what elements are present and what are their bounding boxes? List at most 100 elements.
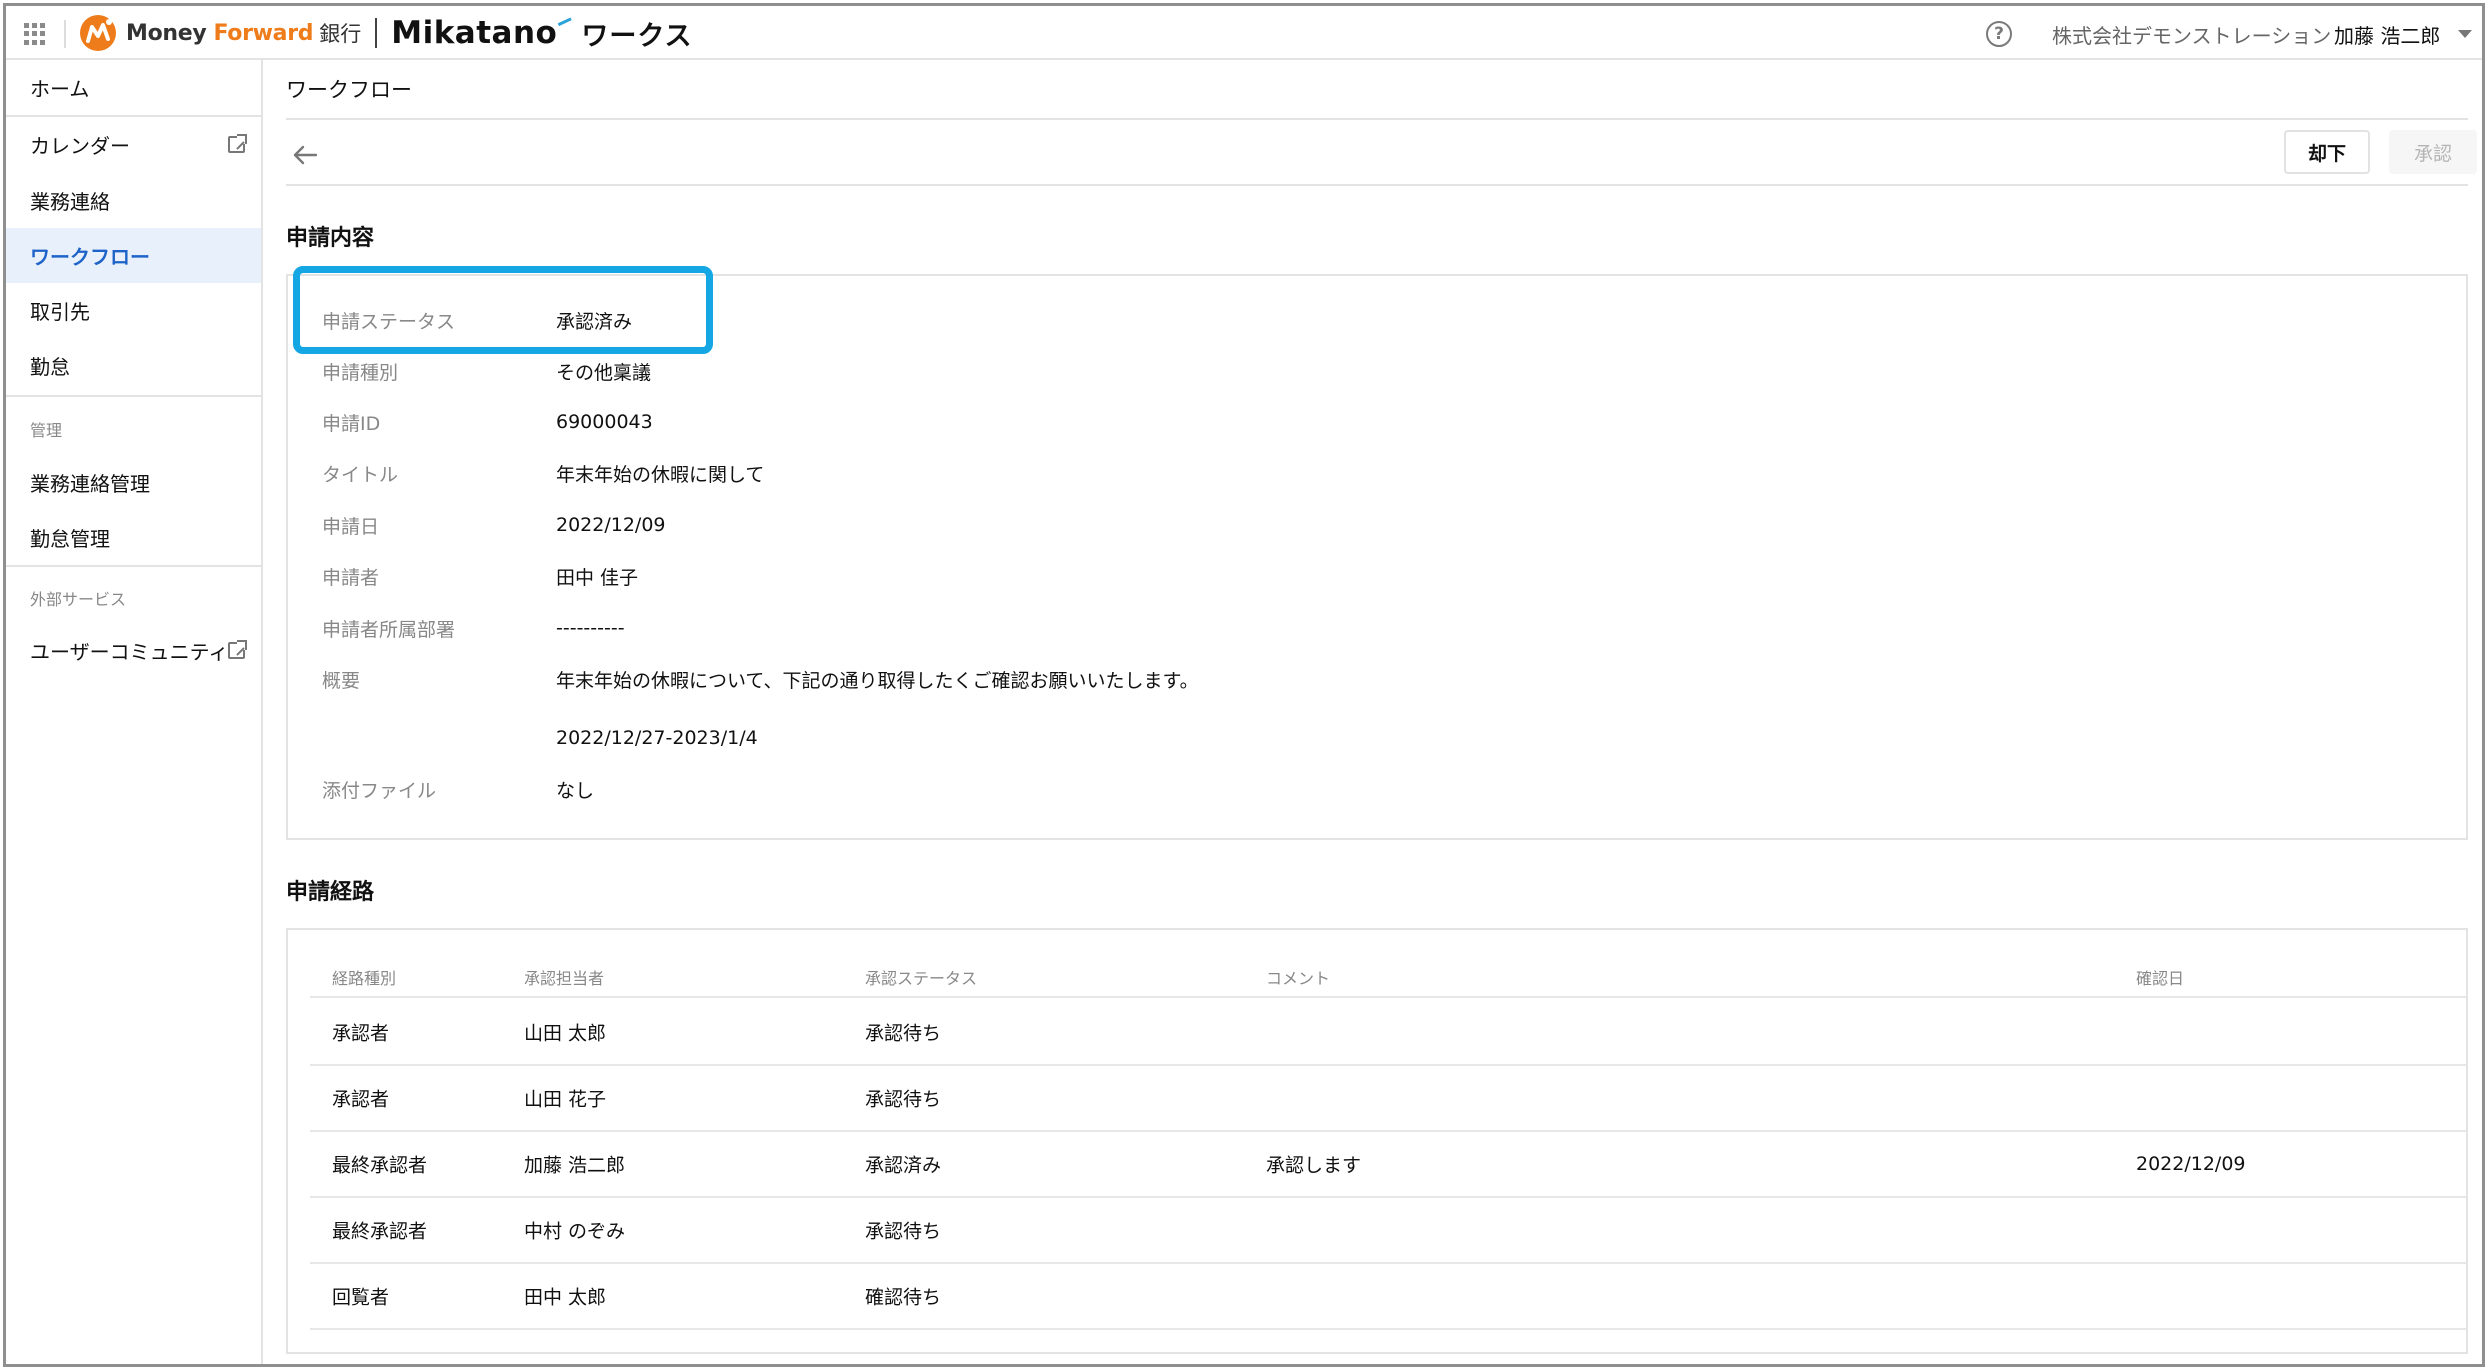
- brand-divider: [375, 18, 378, 48]
- table-row: 承認者 山田 花子 承認待ち: [310, 1066, 2466, 1132]
- table-cell: 承認者: [332, 1088, 390, 1111]
- brand-logo[interactable]: Money Forward 銀行 Mikatano ワークス: [80, 15, 693, 52]
- sidebar-item-business-contact[interactable]: 業務連絡: [6, 173, 261, 228]
- brand-mikatano: Mikatano: [391, 15, 558, 51]
- detail-row-summary: 概要 年末年始の休暇について、下記の通り取得したくご確認お願いいたします。: [322, 663, 2446, 695]
- divider: [6, 395, 261, 397]
- help-icon[interactable]: ?: [1986, 21, 2012, 47]
- table-cell: 山田 太郎: [524, 1022, 607, 1045]
- table-cell: 承認待ち: [865, 1220, 942, 1243]
- detail-label: 申請者所属部署: [322, 618, 456, 641]
- detail-label: 申請種別: [322, 361, 399, 384]
- detail-row-type: 申請種別 その他稟議: [322, 355, 2446, 387]
- table-cell: 加藤 浩二郎: [524, 1154, 626, 1177]
- detail-row-id: 申請ID 69000043: [322, 406, 2446, 438]
- sidebar-item-workflow[interactable]: ワークフロー: [6, 228, 261, 283]
- detail-value: 年末年始の休暇に関して: [556, 463, 765, 486]
- brand-works: ワークス: [581, 20, 693, 52]
- detail-value: 田中 佳子: [556, 566, 639, 589]
- table-cell: 田中 太郎: [524, 1286, 607, 1309]
- table-cell: 最終承認者: [332, 1154, 428, 1177]
- detail-card: 申請ステータス 承認済み 申請種別 その他稟議 申請ID 69000043 タイ…: [286, 274, 2468, 840]
- external-link-icon: [228, 134, 247, 153]
- brand-money: Money: [126, 20, 207, 46]
- table-cell: 承認待ち: [865, 1022, 942, 1045]
- chevron-down-icon[interactable]: [2458, 30, 2472, 38]
- detail-row-attachment: 添付ファイル なし: [322, 773, 2446, 805]
- main-content: ワークフロー 却下 承認 申請内容 申請ステータス 承認済み 申請種別 その他稟…: [286, 60, 2477, 1364]
- column-header: 経路種別: [332, 969, 397, 988]
- divider: [6, 565, 261, 567]
- sidebar-item-label: ホーム: [30, 77, 90, 101]
- sidebar-item-attendance[interactable]: 勤怠: [6, 338, 261, 393]
- route-table: 経路種別 承認担当者 承認ステータス コメント 確認日 承認者 山田 太郎 承認…: [286, 928, 2468, 1354]
- detail-value: 2022/12/27-2023/1/4: [556, 727, 758, 749]
- divider: [64, 20, 66, 48]
- sidebar-item-home[interactable]: ホーム: [6, 60, 261, 115]
- back-arrow-icon[interactable]: [290, 140, 320, 170]
- sidebar-item-label: 勤怠管理: [30, 527, 110, 551]
- table-cell: 回覧者: [332, 1286, 390, 1309]
- app-window: Money Forward 銀行 Mikatano ワークス ? 株式会社デモン…: [3, 3, 2485, 1367]
- approve-button[interactable]: 承認: [2389, 130, 2477, 174]
- reject-button[interactable]: 却下: [2284, 130, 2370, 174]
- table-row: 最終承認者 中村 のぞみ 承認待ち: [310, 1198, 2466, 1264]
- sidebar-item-label: 業務連絡管理: [30, 472, 150, 496]
- company-name: 株式会社デモンストレーション: [2052, 24, 2332, 48]
- detail-row-department: 申請者所属部署 ----------: [322, 612, 2446, 644]
- app-grid-icon[interactable]: [24, 23, 46, 45]
- detail-row-summary-period: 2022/12/27-2023/1/4: [322, 722, 2446, 754]
- table-cell: 承認待ち: [865, 1088, 942, 1111]
- detail-label: 申請ID: [322, 412, 381, 435]
- column-header: コメント: [1266, 969, 1331, 988]
- detail-value: なし: [556, 779, 595, 802]
- detail-value: 69000043: [556, 411, 653, 433]
- detail-row-title: タイトル 年末年始の休暇に関して: [322, 457, 2446, 489]
- sidebar-item-clients[interactable]: 取引先: [6, 283, 261, 338]
- column-header: 確認日: [2136, 969, 2185, 988]
- table-row: 承認者 山田 太郎 承認待ち: [310, 1000, 2466, 1066]
- sidebar-item-business-contact-admin[interactable]: 業務連絡管理: [6, 455, 261, 510]
- detail-label: 概要: [322, 669, 361, 692]
- column-header: 承認担当者: [524, 969, 605, 988]
- brand-ginko: 銀行: [319, 22, 362, 46]
- detail-label: 申請者: [322, 566, 380, 589]
- detail-label: 添付ファイル: [322, 779, 437, 802]
- detail-value: ----------: [556, 617, 625, 639]
- sidebar-item-label: カレンダー: [30, 134, 130, 158]
- sidebar-item-label: 取引先: [30, 300, 90, 324]
- detail-label: タイトル: [322, 463, 399, 486]
- external-link-icon: [228, 640, 247, 659]
- detail-value: その他稟議: [556, 361, 652, 384]
- table-cell: 承認済み: [865, 1154, 942, 1177]
- detail-row-applicant: 申請者 田中 佳子: [322, 560, 2446, 592]
- detail-row-status: 申請ステータス 承認済み: [322, 304, 2446, 336]
- mikatano-mark-icon: [558, 16, 575, 32]
- table-header: 経路種別 承認担当者 承認ステータス コメント 確認日: [310, 958, 2466, 998]
- route-section-title: 申請経路: [286, 880, 375, 905]
- table-cell: 中村 のぞみ: [524, 1220, 626, 1243]
- table-cell: 最終承認者: [332, 1220, 428, 1243]
- divider: [286, 118, 2468, 120]
- table-row: 最終承認者 加藤 浩二郎 承認済み 承認します 2022/12/09: [310, 1132, 2466, 1198]
- sidebar: ホーム カレンダー 業務連絡 ワークフロー 取引先 勤怠 管理 業務連絡管理 勤…: [6, 60, 263, 1364]
- user-name[interactable]: 加藤 浩二郎: [2334, 20, 2440, 49]
- sidebar-item-user-community[interactable]: ユーザーコミュニティ: [6, 623, 261, 678]
- sidebar-item-calendar[interactable]: カレンダー: [6, 117, 261, 172]
- table-cell: 2022/12/09: [2136, 1153, 2246, 1175]
- sidebar-item-label: ユーザーコミュニティ: [30, 640, 229, 664]
- sidebar-item-label: 業務連絡: [30, 190, 110, 214]
- sidebar-item-attendance-admin[interactable]: 勤怠管理: [6, 510, 261, 565]
- detail-value: 2022/12/09: [556, 514, 666, 536]
- divider: [286, 184, 2468, 186]
- table-cell: 山田 花子: [524, 1088, 607, 1111]
- column-header: 承認ステータス: [865, 969, 978, 988]
- table-cell: 承認者: [332, 1022, 390, 1045]
- sidebar-group-admin: 管理: [30, 421, 63, 440]
- detail-label: 申請ステータス: [322, 310, 456, 333]
- brand-forward: Forward: [213, 20, 314, 46]
- top-bar: Money Forward 銀行 Mikatano ワークス ? 株式会社デモン…: [6, 6, 2482, 60]
- detail-row-date: 申請日 2022/12/09: [322, 509, 2446, 541]
- detail-value: 承認済み: [556, 310, 633, 333]
- detail-value: 年末年始の休暇について、下記の通り取得したくご確認お願いいたします。: [556, 669, 1199, 692]
